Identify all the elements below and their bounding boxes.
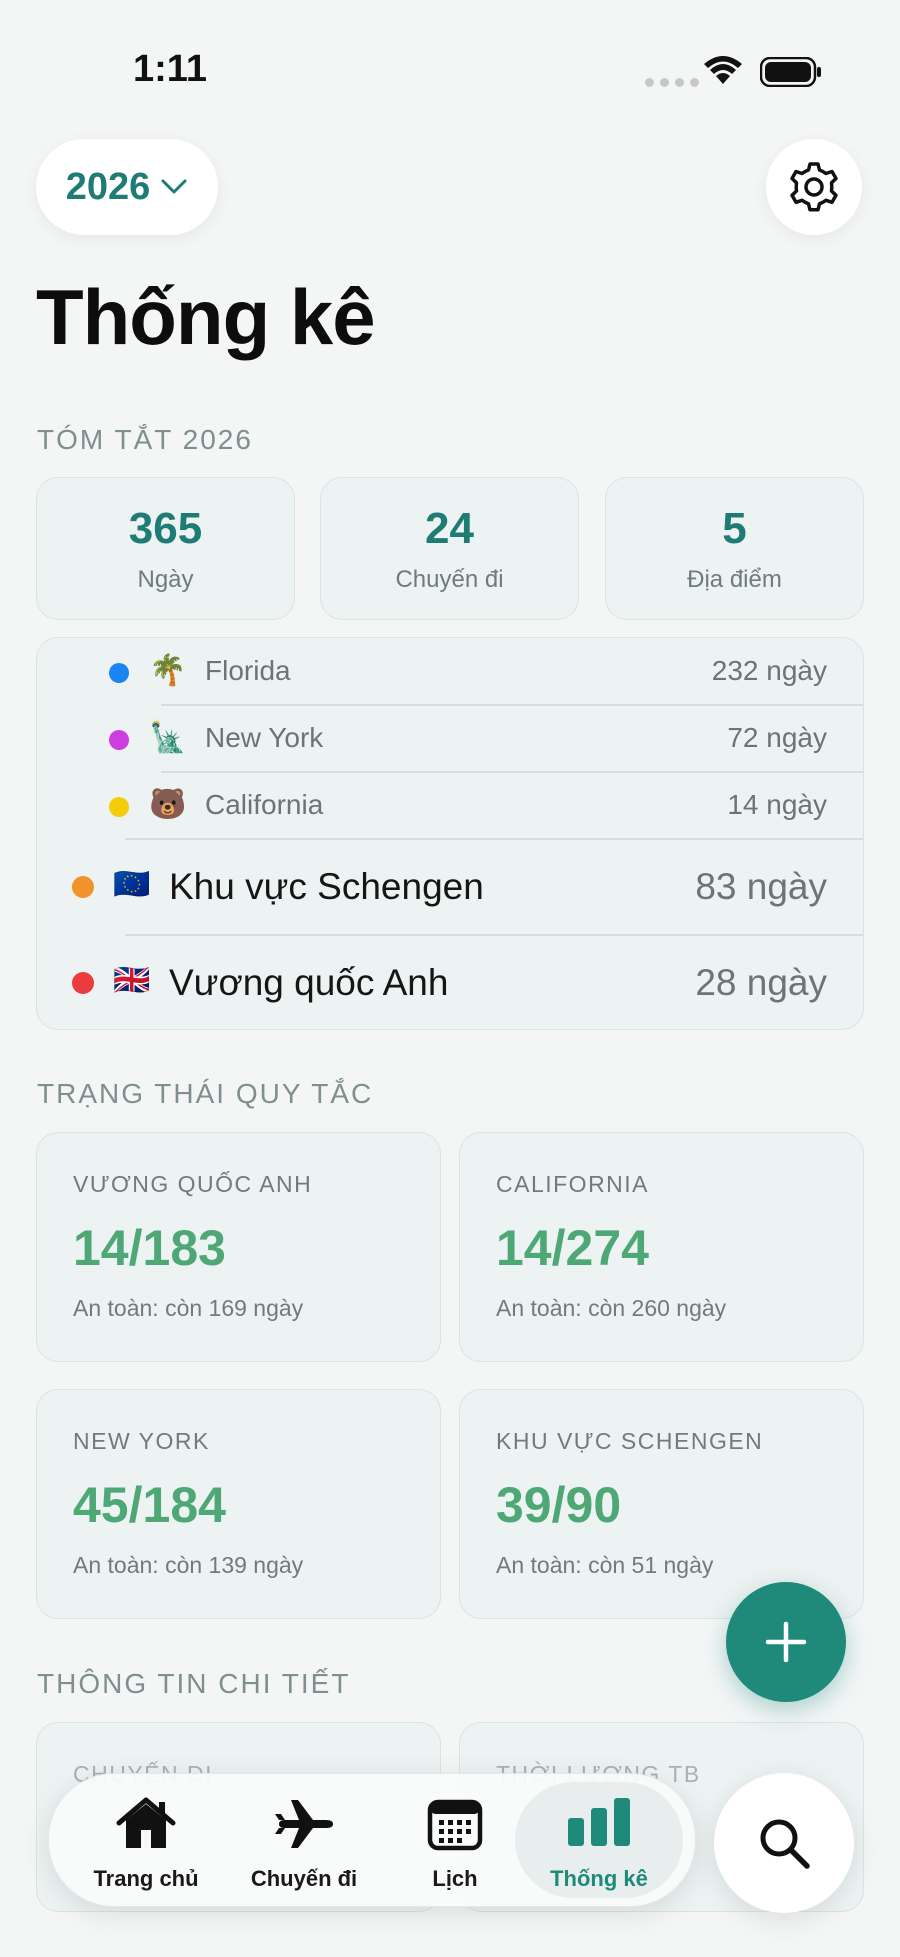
- details-section-label: THÔNG TIN CHI TIẾT: [37, 1668, 351, 1699]
- rule-value: 14/274: [496, 1220, 649, 1276]
- tab-trips[interactable]: Chuyến đi: [229, 1774, 379, 1906]
- signal-dots-icon: [645, 78, 699, 87]
- status-time: 1:11: [133, 48, 207, 90]
- tab-label: Trang chủ: [93, 1866, 199, 1891]
- location-name: California: [205, 789, 324, 820]
- rule-card-california[interactable]: CALIFORNIA 14/274 An toàn: còn 260 ngày: [459, 1132, 864, 1362]
- summary-card-trips: 24 Chuyến đi: [320, 477, 579, 620]
- tab-label: Thống kê: [550, 1866, 648, 1891]
- calendar-icon: [427, 1799, 483, 1851]
- location-row-uk[interactable]: 🇬🇧 Vương quốc Anh 28 ngày: [37, 935, 863, 1030]
- page-title: Thống kê: [36, 273, 376, 361]
- summary-card-places: 5 Địa điểm: [605, 477, 864, 620]
- location-row-california[interactable]: 🐻 California 14 ngày: [37, 772, 863, 839]
- rule-note: An toàn: còn 51 ngày: [496, 1552, 714, 1578]
- summary-section-label: TÓM TẮT 2026: [37, 424, 253, 455]
- summary-label: Địa điểm: [687, 566, 782, 593]
- rule-label: KHU VỰC SCHENGEN: [496, 1428, 764, 1454]
- location-days: 72 ngày: [727, 722, 827, 753]
- rules-section-label: TRẠNG THÁI QUY TẮC: [37, 1078, 374, 1109]
- rule-note: An toàn: còn 169 ngày: [73, 1295, 304, 1321]
- location-color-dot: [72, 876, 94, 898]
- tab-label: Chuyến đi: [250, 1866, 358, 1891]
- battery-icon: [760, 57, 821, 87]
- location-row-new-york[interactable]: 🗽 New York 72 ngày: [37, 705, 863, 772]
- bear-icon: 🐻: [149, 788, 187, 821]
- summary-value: 5: [722, 504, 747, 553]
- location-days: 83 ngày: [695, 866, 827, 907]
- location-days: 14 ngày: [727, 789, 827, 820]
- rule-value: 14/183: [73, 1220, 226, 1276]
- year-label: 2026: [65, 165, 151, 208]
- location-name: Florida: [205, 655, 291, 686]
- location-name: New York: [205, 722, 324, 753]
- location-breakdown-card: 🌴 Florida 232 ngày 🗽 New York 72 ngày 🐻 …: [36, 637, 864, 1030]
- palm-tree-icon: 🌴: [149, 654, 187, 687]
- location-days: 232 ngày: [711, 655, 827, 686]
- summary-value: 24: [425, 504, 474, 553]
- statue-of-liberty-icon: 🗽: [149, 721, 187, 754]
- tab-calendar[interactable]: Lịch: [380, 1774, 530, 1906]
- location-row-florida[interactable]: 🌴 Florida 232 ngày: [37, 638, 863, 705]
- rule-label: VƯƠNG QUỐC ANH: [73, 1171, 313, 1197]
- tab-home[interactable]: Trang chủ: [71, 1774, 221, 1906]
- location-row-schengen[interactable]: 🇪🇺 Khu vực Schengen 83 ngày: [37, 839, 863, 934]
- summary-label: Chuyến đi: [395, 566, 504, 593]
- summary-value: 365: [128, 504, 203, 553]
- tab-statistics[interactable]: Thống kê: [524, 1774, 674, 1906]
- rule-label: CALIFORNIA: [496, 1171, 650, 1197]
- rule-note: An toàn: còn 139 ngày: [73, 1552, 304, 1578]
- location-color-dot: [109, 663, 129, 683]
- rule-label: NEW YORK: [73, 1428, 210, 1454]
- rule-value: 45/184: [73, 1477, 226, 1533]
- year-selector[interactable]: 2026: [36, 139, 218, 235]
- add-trip-button[interactable]: [726, 1582, 846, 1702]
- uk-flag-icon: 🇬🇧: [113, 964, 151, 997]
- search-icon: [760, 1819, 810, 1869]
- tab-bar: Trang chủ Chuyến đi Lịch Thống kê: [48, 1773, 696, 1907]
- eu-flag-icon: 🇪🇺: [113, 868, 151, 901]
- settings-button[interactable]: [766, 139, 862, 235]
- rule-card-new-york[interactable]: NEW YORK 45/184 An toàn: còn 139 ngày: [36, 1389, 441, 1619]
- airplane-icon: [275, 1800, 333, 1848]
- search-button[interactable]: [714, 1773, 854, 1913]
- rule-card-uk[interactable]: VƯƠNG QUỐC ANH 14/183 An toàn: còn 169 n…: [36, 1132, 441, 1362]
- location-color-dot: [109, 730, 129, 750]
- wifi-icon: [704, 56, 742, 84]
- tab-label: Lịch: [432, 1866, 478, 1891]
- gear-icon: [790, 162, 838, 212]
- chevron-down-icon: [161, 179, 187, 194]
- location-color-dot: [72, 972, 94, 994]
- location-name: Vương quốc Anh: [169, 962, 449, 1003]
- rule-note: An toàn: còn 260 ngày: [496, 1295, 727, 1321]
- location-name: Khu vực Schengen: [169, 866, 484, 907]
- summary-label: Ngày: [137, 566, 194, 593]
- chart-bar-icon: [568, 1798, 630, 1846]
- summary-card-days: 365 Ngày: [36, 477, 295, 620]
- plus-icon: [765, 1621, 807, 1663]
- location-days: 28 ngày: [695, 962, 827, 1003]
- house-icon: [116, 1797, 176, 1848]
- location-color-dot: [109, 797, 129, 817]
- rule-value: 39/90: [496, 1477, 622, 1533]
